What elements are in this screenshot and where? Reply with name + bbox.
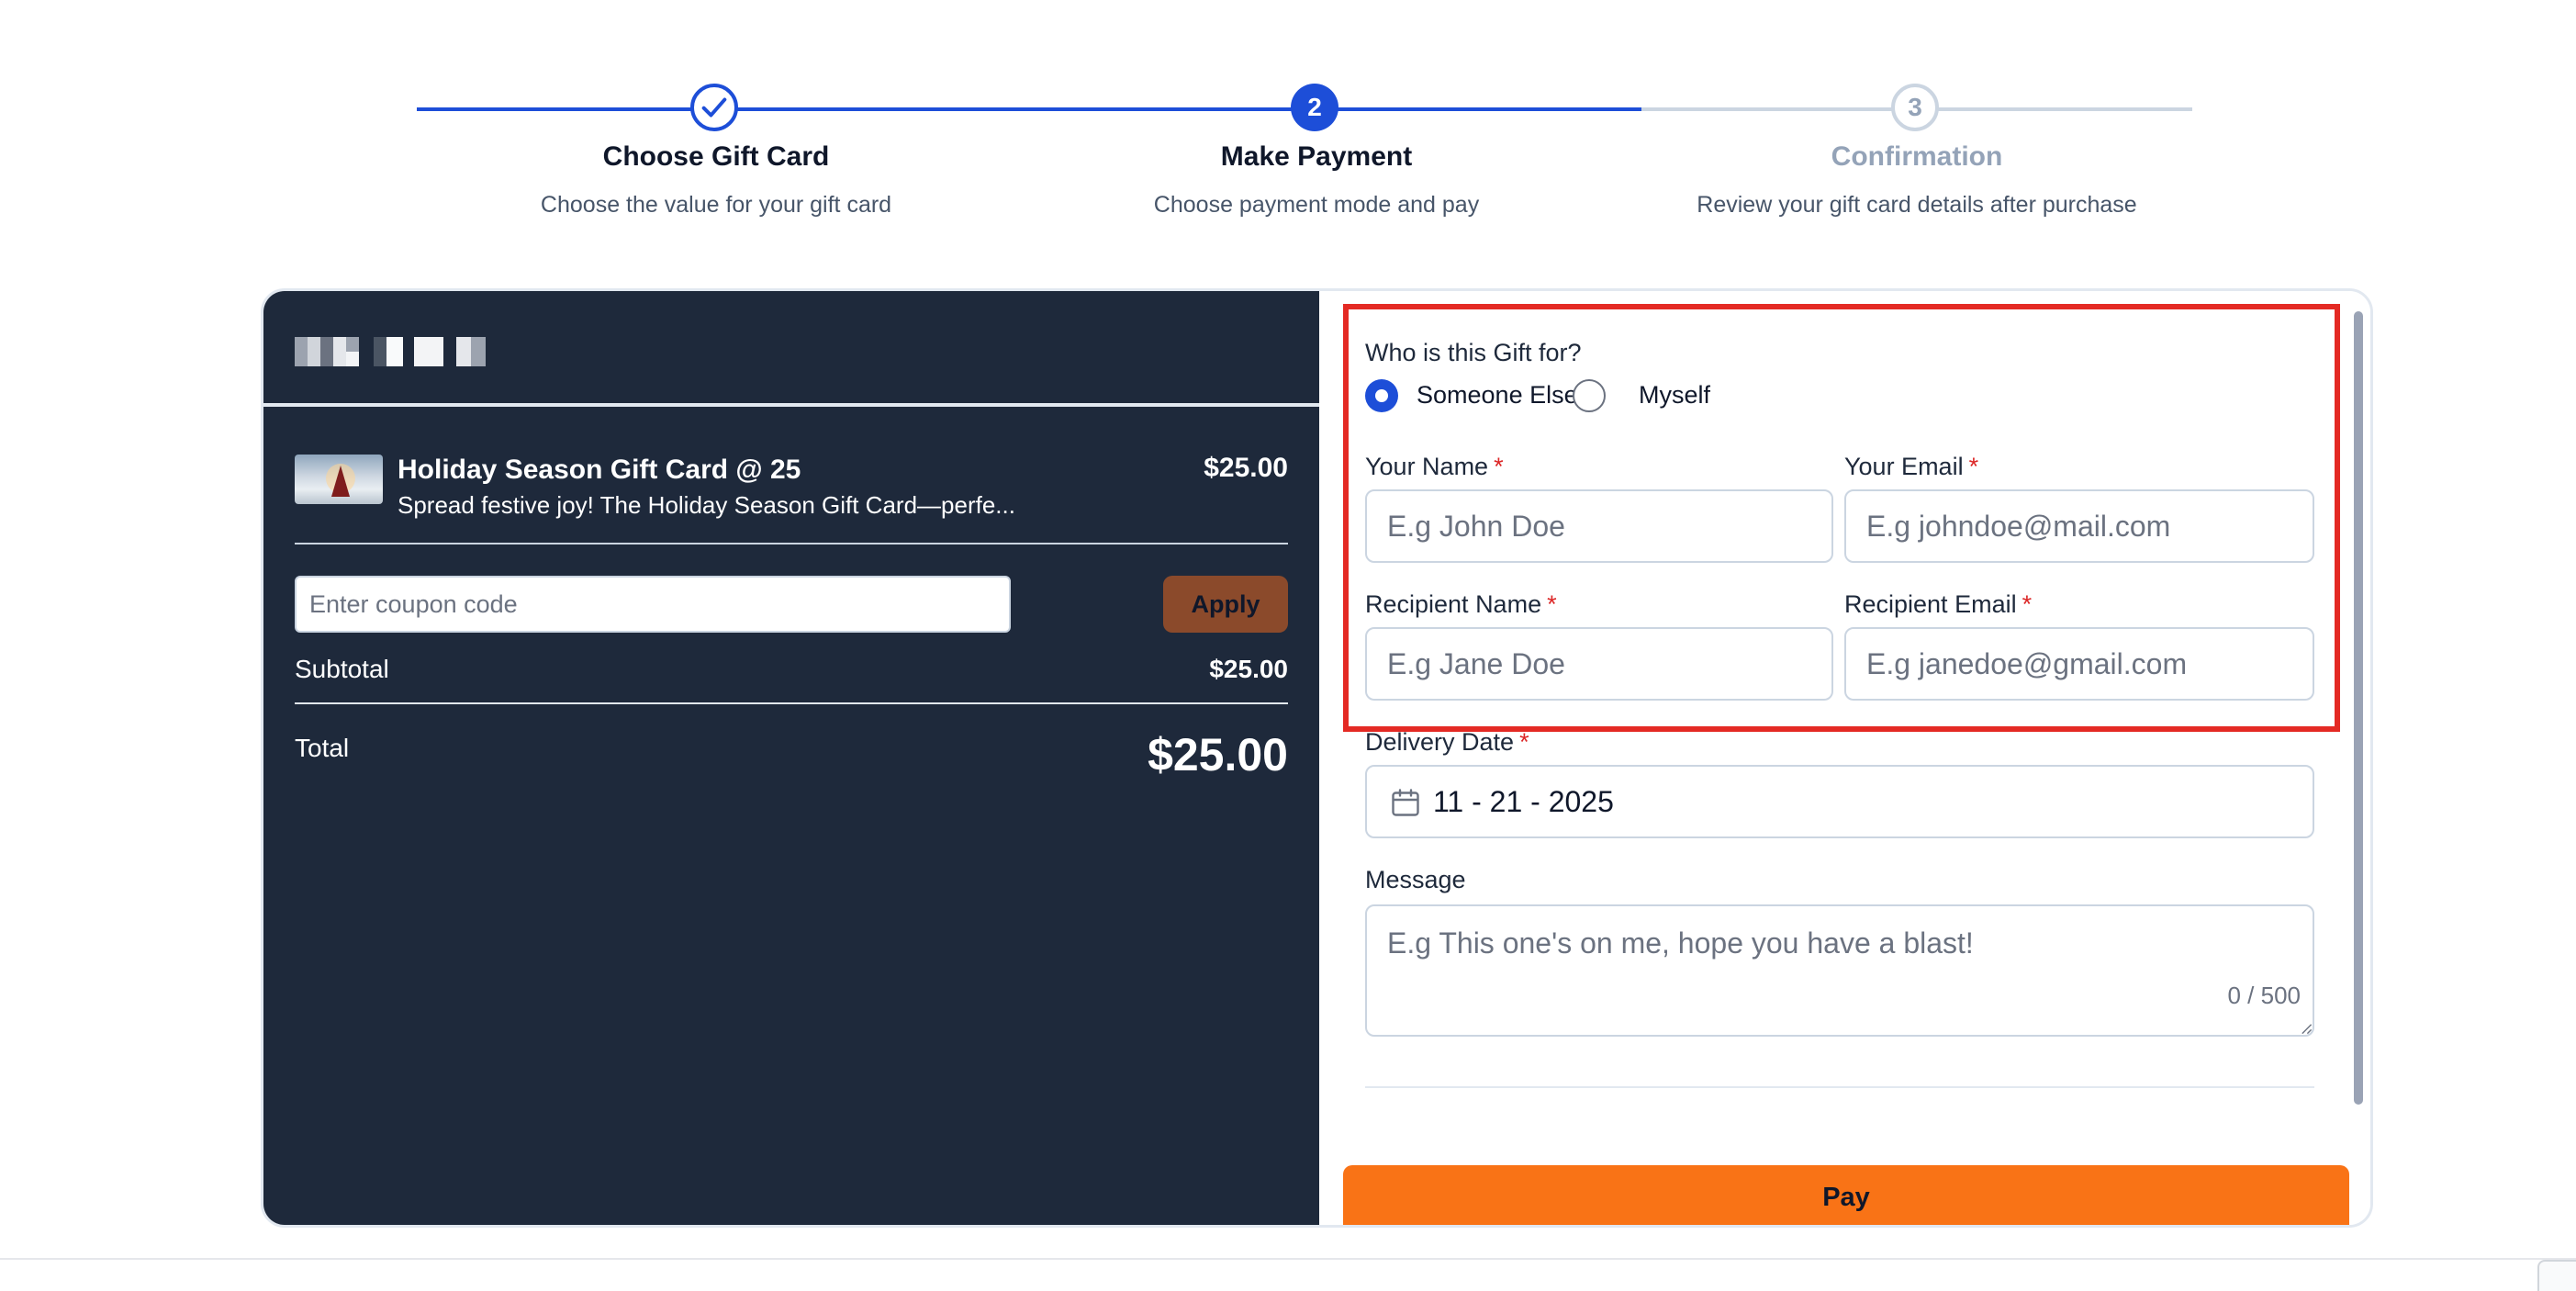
item-divider xyxy=(295,543,1288,544)
item-price: $25.00 xyxy=(1204,453,1288,483)
required-marker: * xyxy=(1547,590,1557,618)
message-label: Message xyxy=(1365,866,1466,893)
pay-button[interactable]: Pay xyxy=(1343,1165,2349,1225)
recipient-email-label: Recipient Email * xyxy=(1844,590,2033,618)
required-marker: * xyxy=(1968,453,1979,480)
apply-coupon-button[interactable]: Apply xyxy=(1163,576,1288,633)
gift-details-form: Who is this Gift for? Someone Else Mysel… xyxy=(1319,291,2370,1225)
step-description: Review your gift card details after purc… xyxy=(1697,192,2137,218)
item-title: Holiday Season Gift Card @ 25 xyxy=(398,455,801,485)
message-char-count: 0 / 500 xyxy=(2227,982,2301,1009)
total-label: Total xyxy=(295,734,350,762)
coupon-code-input[interactable] xyxy=(295,576,1011,633)
step-number: 2 xyxy=(1291,84,1338,131)
total-divider xyxy=(295,702,1288,704)
header-divider xyxy=(263,403,1319,407)
radio-label-someone-else[interactable]: Someone Else xyxy=(1417,381,1578,410)
radio-myself[interactable] xyxy=(1573,379,1606,412)
step-connector-2 xyxy=(716,107,1641,111)
recipient-email-input[interactable] xyxy=(1844,627,2314,701)
gift-card-thumbnail xyxy=(295,455,383,504)
progress-stepper: Choose Gift Card Choose the value for yo… xyxy=(0,0,2576,239)
step-title: Make Payment xyxy=(1220,141,1413,172)
required-marker: * xyxy=(1494,453,1504,480)
delivery-date-value: 11 - 21 - 2025 xyxy=(1433,785,1614,818)
form-divider xyxy=(1365,1086,2314,1088)
recipient-name-input[interactable] xyxy=(1365,627,1833,701)
required-marker: * xyxy=(2022,590,2033,618)
total-value: $25.00 xyxy=(1148,729,1288,780)
resize-handle-icon[interactable] xyxy=(2300,1022,2313,1035)
item-description: Spread festive joy! The Holiday Season G… xyxy=(398,491,1015,519)
step-description: Choose the value for your gift card xyxy=(540,192,892,218)
corner-widget[interactable] xyxy=(2537,1260,2576,1291)
checkout-card: Holiday Season Gift Card @ 25 Spread fes… xyxy=(261,288,2373,1228)
delivery-date-picker[interactable]: 11 - 21 - 2025 xyxy=(1365,765,2314,838)
recipient-question: Who is this Gift for? xyxy=(1365,339,1582,366)
radio-someone-else[interactable] xyxy=(1365,379,1398,412)
step-connector-1 xyxy=(417,107,716,111)
message-textarea[interactable] xyxy=(1365,904,2314,1037)
your-name-label: Your Name * xyxy=(1365,453,1504,480)
subtotal-label: Subtotal xyxy=(295,655,389,683)
subtotal-value: $25.00 xyxy=(1209,655,1288,683)
your-email-label: Your Email * xyxy=(1844,453,1979,480)
your-email-input[interactable] xyxy=(1844,489,2314,563)
recipient-name-label: Recipient Name * xyxy=(1365,590,1557,618)
step-title: Choose Gift Card xyxy=(602,141,830,172)
step-title: Confirmation xyxy=(1831,141,2003,172)
your-name-input[interactable] xyxy=(1365,489,1833,563)
calendar-icon xyxy=(1392,789,1419,816)
delivery-date-label: Delivery Date * xyxy=(1365,728,1529,756)
step-description: Choose payment mode and pay xyxy=(1153,192,1480,218)
checkmark-icon xyxy=(690,84,738,131)
page-bottom-divider xyxy=(0,1258,2576,1260)
required-marker: * xyxy=(1519,728,1529,756)
order-summary-panel: Holiday Season Gift Card @ 25 Spread fes… xyxy=(263,291,1319,1225)
scrollbar-thumb[interactable] xyxy=(2354,311,2363,1105)
step-number: 3 xyxy=(1891,84,1939,131)
radio-label-myself[interactable]: Myself xyxy=(1639,381,1710,410)
